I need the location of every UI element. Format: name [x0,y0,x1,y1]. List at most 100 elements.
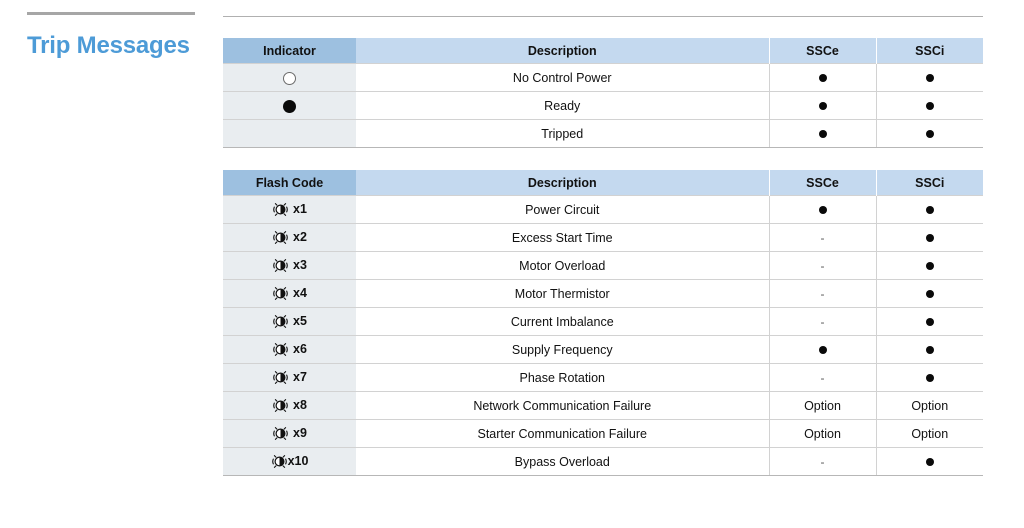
cell-text: Option [911,426,949,441]
indicator-cell [223,63,356,92]
filled-dot-icon [818,74,827,83]
indicator-table-body: No Control Power Ready Tripped [223,63,983,148]
dash-marker: - [820,314,825,329]
ssci-cell [875,335,983,364]
ssce-cell: - [768,307,876,336]
table-row: x5 Current Imbalance - [223,307,983,336]
title-block: Trip Messages [27,12,199,58]
filled-dot-icon [818,206,827,215]
description-cell: Network Communication Failure [356,391,769,420]
indicator-cell [223,91,356,120]
flash-code-cell: x4 [223,279,356,308]
table-row: x6 Supply Frequency [223,335,983,364]
flash-code-cell: x9 [223,419,356,448]
description-cell: Starter Communication Failure [356,419,769,448]
filled-dot-icon [818,130,827,139]
open-circle-icon [283,71,296,85]
ssce-cell: - [768,251,876,280]
flash-code-label: x4 [293,286,307,301]
ssci-cell: Option [875,419,983,448]
ssci-cell [875,223,983,252]
table-row: x2 Excess Start Time - [223,223,983,252]
filled-dot-icon [925,458,934,467]
table-row: x1 Power Circuit [223,195,983,224]
ssci-cell [875,251,983,280]
column-header-ssce: SSCe [768,170,876,196]
filled-dot-icon [925,206,934,215]
description-cell: Excess Start Time [356,223,769,252]
ssce-cell [768,119,876,148]
flash-code-label: x10 [287,454,309,469]
column-header-ssci: SSCi [875,170,983,196]
filled-dot-icon [925,130,934,139]
flashing-led-icon [273,259,288,272]
table-header-row: Indicator Description SSCe SSCi [223,38,983,64]
column-header-ssce: SSCe [768,38,876,64]
flash-code-label: x6 [293,342,307,357]
flashing-led-icon [273,343,288,356]
description-cell: Power Circuit [356,195,769,224]
flash-code-label: x7 [293,370,307,385]
ssci-cell [875,195,983,224]
dash-marker: - [820,370,825,385]
description-cell: No Control Power [356,63,769,92]
ssce-cell [768,335,876,364]
ssci-cell [875,307,983,336]
filled-dot-icon [925,102,934,111]
indicator-table-head: Indicator Description SSCe SSCi [223,38,983,64]
flash-code-table: Flash Code Description SSCe SSCi x1 Power… [223,170,983,476]
description-cell: Motor Overload [356,251,769,280]
flashing-led-icon [273,371,288,384]
dash-marker: - [820,230,825,245]
ssce-cell [768,91,876,120]
ssce-cell: - [768,223,876,252]
ssci-cell: Option [875,391,983,420]
filled-dot-icon [925,346,934,355]
flash-code-cell: x8 [223,391,356,420]
table-header-row: Flash Code Description SSCe SSCi [223,170,983,196]
flash-code-table-body: x1 Power Circuit x2 Excess Start Time - x3 Mot… [223,195,983,476]
column-header-description: Description [356,38,769,64]
filled-dot-icon [925,318,934,327]
description-cell: Tripped [356,119,769,148]
flash-code-label: x3 [293,258,307,273]
description-cell: Bypass Overload [356,447,769,476]
ssci-cell [875,119,983,148]
dash-marker: - [820,258,825,273]
filled-dot-icon [925,262,934,271]
table-row: x8 Network Communication Failure Option Opt… [223,391,983,420]
ssce-cell: - [768,447,876,476]
flash-code-cell: x1 [223,195,356,224]
flash-code-cell: x3 [223,251,356,280]
description-cell: Phase Rotation [356,363,769,392]
page-root: Trip Messages Indicator Description SSCe… [0,0,1024,528]
indicator-table: Indicator Description SSCe SSCi No Contr… [223,38,983,148]
ssce-cell: - [768,363,876,392]
dash-marker: - [820,286,825,301]
description-cell: Motor Thermistor [356,279,769,308]
filled-dot-icon [818,102,827,111]
flash-code-table-head: Flash Code Description SSCe SSCi [223,170,983,196]
table-row: x7 Phase Rotation - [223,363,983,392]
flash-code-cell: x7 [223,363,356,392]
flash-code-cell: x6 [223,335,356,364]
description-cell: Ready [356,91,769,120]
flash-code-cell: x2 [223,223,356,252]
cell-text: Option [911,398,949,413]
ssci-cell [875,279,983,308]
ssce-cell: - [768,279,876,308]
ssci-cell [875,91,983,120]
table-row: No Control Power [223,63,983,92]
ssce-cell: Option [768,391,876,420]
ssce-cell: Option [768,419,876,448]
cell-text: Option [804,426,841,441]
table-row: Tripped [223,119,983,148]
ssci-cell [875,63,983,92]
table-row: x3 Motor Overload - [223,251,983,280]
flashing-led-icon [273,427,288,440]
flashing-led-icon [273,315,288,328]
ssci-cell [875,447,983,476]
content-column: Indicator Description SSCe SSCi No Contr… [223,0,983,476]
flashing-led-icon [273,399,288,412]
flash-code-label: x5 [293,314,307,329]
